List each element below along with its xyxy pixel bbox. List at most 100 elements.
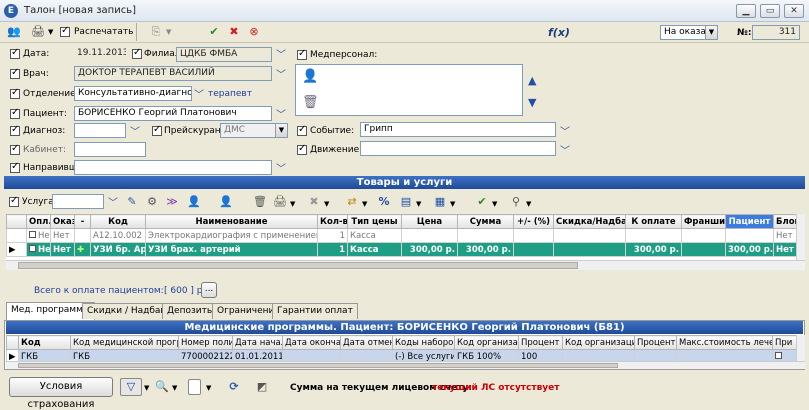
col-header[interactable]: Тип цены	[347, 214, 402, 229]
movement-checkbox[interactable]	[297, 143, 307, 155]
col-header[interactable]: Код медицинской программы	[70, 335, 179, 350]
print-icon[interactable]: 🖨	[30, 24, 46, 40]
diagnosis-checkbox[interactable]	[10, 124, 20, 136]
medstaff-checkbox[interactable]	[297, 48, 307, 60]
cell-franchise[interactable]	[681, 228, 726, 243]
filter-dropdown-icon[interactable]: ▼	[144, 384, 149, 392]
maximize-button[interactable]: ▭	[760, 4, 780, 18]
event-field[interactable]: Грипп	[360, 122, 556, 137]
print-checkbox[interactable]	[60, 25, 70, 37]
department-chevron-icon[interactable]: ﹀	[194, 91, 206, 101]
cell-price-type[interactable]: Касса	[347, 242, 402, 257]
col-header[interactable]: Скидка/Надбавка	[553, 214, 626, 229]
settings-icon[interactable]: ⚙	[144, 194, 160, 210]
col-header[interactable]: Макс.стоимость лечения	[676, 335, 773, 350]
branch-chevron-icon[interactable]: ﹀	[276, 51, 288, 61]
confirm-icon[interactable]: ✔	[206, 24, 222, 40]
cell-patient[interactable]	[725, 228, 774, 243]
list-icon[interactable]: ▦	[432, 194, 448, 210]
cell-to-pay[interactable]	[625, 228, 682, 243]
cell-qty[interactable]: 1	[317, 242, 348, 257]
page-dropdown-icon[interactable]: ▼	[206, 384, 211, 392]
remove-icon[interactable]: ✖	[306, 194, 322, 210]
service-checkbox[interactable]	[9, 195, 19, 207]
goods-hscroll-thumb[interactable]	[18, 262, 578, 269]
search-dropdown-icon[interactable]: ▼	[172, 384, 177, 392]
col-header[interactable]: Дата окончания	[282, 335, 341, 350]
programs-hscrollbar[interactable]	[6, 361, 805, 369]
referrer-field[interactable]	[74, 160, 272, 175]
print-row-icon[interactable]: 🖨	[272, 194, 288, 210]
department-checkbox[interactable]	[10, 87, 20, 99]
branch-checkbox[interactable]	[132, 47, 142, 59]
document-dropdown-icon[interactable]: ▼	[416, 200, 421, 208]
transfer-icon[interactable]: ⇄	[344, 194, 360, 210]
movement-field[interactable]	[360, 141, 556, 156]
referrer-chevron-icon[interactable]: ﹀	[276, 165, 288, 175]
remove-dropdown-icon[interactable]: ▼	[324, 200, 329, 208]
print-row-dropdown-icon[interactable]: ▼	[290, 200, 295, 208]
table-row[interactable]: Нет Нет A12.10.002 Электрокардиография с…	[6, 228, 796, 243]
col-header[interactable]: Дата начала	[232, 335, 283, 350]
cell-pri[interactable]	[772, 349, 796, 361]
col-header[interactable]: Номер полиса	[178, 335, 233, 350]
cell-patient[interactable]: 300,00 р.	[725, 242, 774, 257]
cell-name[interactable]: Электрокардиография с применением м	[145, 228, 318, 243]
cell-pct[interactable]	[513, 242, 554, 257]
copy-icon[interactable]: ⎘	[148, 24, 164, 40]
pricelist-dropdown-icon[interactable]: ▼	[275, 124, 287, 137]
goods-scrollbar[interactable]	[796, 214, 805, 260]
person-icon[interactable]: 👤	[302, 69, 318, 84]
cell-pct1[interactable]: 100	[518, 349, 563, 361]
filter-icon[interactable]: ▽	[120, 378, 142, 396]
cell-code[interactable]: УЗИ бр. Арте	[90, 242, 146, 257]
forward-icon[interactable]: ≫	[164, 194, 180, 210]
cell-paid[interactable]: Нет	[26, 228, 51, 243]
cell-done[interactable]: Нет	[50, 242, 75, 257]
move-down-icon[interactable]: ▼	[528, 96, 536, 109]
cell-franchise[interactable]	[681, 242, 726, 257]
col-header[interactable]: Дата отмены	[340, 335, 393, 350]
table-row[interactable]: ▶ ГКБ ГКБ 770000212254 01.01.2011 (-) Вс…	[6, 349, 796, 361]
referrer-checkbox[interactable]	[10, 161, 20, 173]
branch-field[interactable]: ЦДКБ ФМБА	[176, 47, 272, 62]
tab-guarantees[interactable]: Гарантии оплат	[272, 303, 358, 319]
cell-to-pay[interactable]: 300,00 р.	[625, 242, 682, 257]
page-icon[interactable]	[188, 379, 201, 395]
cell-code[interactable]: ГКБ	[18, 349, 71, 361]
trash-icon[interactable]: 🗑	[302, 95, 319, 110]
doctor-chevron-icon[interactable]: ﹀	[276, 71, 288, 81]
col-header[interactable]: Коды наборов	[392, 335, 455, 350]
col-header[interactable]: При	[772, 335, 796, 350]
col-header[interactable]: Пациент	[725, 214, 774, 229]
move-up-icon[interactable]: ▲	[528, 74, 536, 87]
print-dropdown-icon[interactable]: ▼	[48, 28, 53, 36]
col-header[interactable]: Цена	[401, 214, 458, 229]
cell-block[interactable]: Нет	[773, 228, 796, 243]
cell-pct2[interactable]	[634, 349, 677, 361]
close-window-button[interactable]: ✕	[784, 4, 804, 18]
col-header[interactable]: Сумма	[457, 214, 514, 229]
document-icon[interactable]: ▤	[398, 194, 414, 210]
cell-flag[interactable]	[74, 228, 91, 243]
cell-paid[interactable]: Нет	[26, 242, 51, 257]
copy-dropdown-icon[interactable]: ▼	[166, 28, 171, 36]
check-dropdown-icon[interactable]: ▼	[492, 200, 497, 208]
cancel-icon[interactable]: ✖	[226, 24, 242, 40]
col-header[interactable]: +/- (%)	[513, 214, 554, 229]
cell-org1[interactable]: ГКБ 100%	[454, 349, 519, 361]
cell-name[interactable]: УЗИ брах. артерий	[145, 242, 318, 257]
resize-icon[interactable]: ◩	[254, 379, 270, 395]
patient-chevron-icon[interactable]: ﹀	[276, 111, 288, 121]
doctor-field[interactable]: ДОКТОР ТЕРАПЕВТ ВАСИЛИЙ	[74, 66, 272, 81]
col-header[interactable]: Код	[90, 214, 146, 229]
movement-chevron-icon[interactable]: ﹀	[560, 147, 572, 157]
cabinet-field[interactable]	[74, 142, 146, 157]
table-row[interactable]: ▶ Нет Нет ✚ УЗИ бр. Арте УЗИ брах. артер…	[6, 242, 796, 257]
cell-cancel[interactable]	[340, 349, 393, 361]
cell-sum[interactable]	[457, 228, 514, 243]
status-dropdown-icon[interactable]: ▼	[705, 26, 717, 39]
refresh-icon[interactable]: ⟳	[226, 379, 242, 395]
diagnosis-chevron-icon[interactable]: ﹀	[130, 128, 142, 138]
minimize-button[interactable]: ▁	[736, 4, 756, 18]
